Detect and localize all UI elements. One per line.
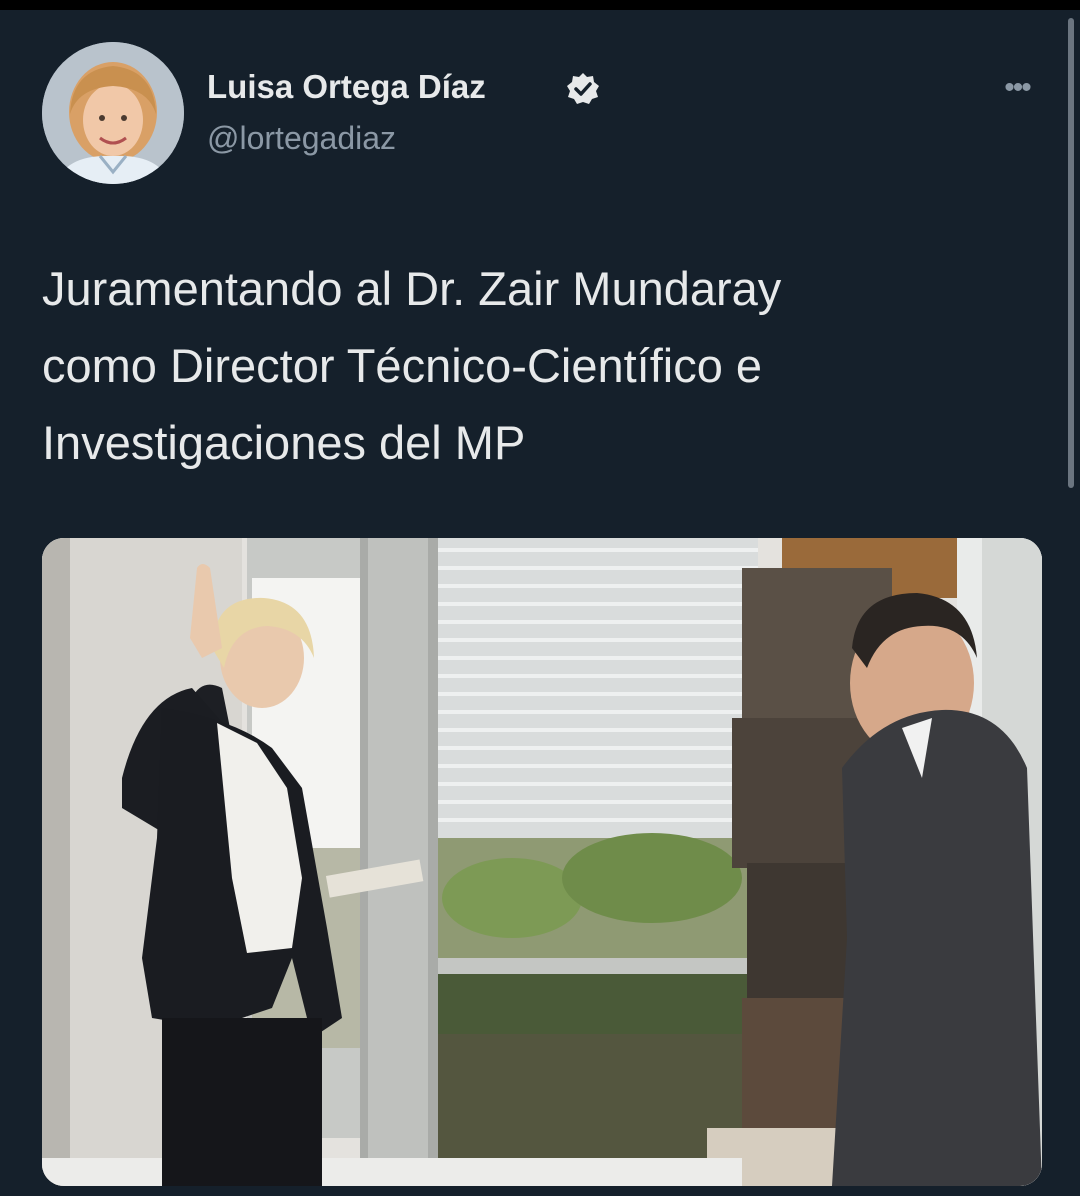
more-options-icon[interactable]: ••• bbox=[996, 70, 1038, 106]
tweet-text: Juramentando al Dr. Zair Mundaray como D… bbox=[42, 250, 1042, 481]
author-avatar[interactable] bbox=[42, 42, 184, 184]
verified-badge-icon bbox=[567, 73, 599, 104]
author-name[interactable]: Luisa Ortega Díaz bbox=[207, 68, 486, 106]
profile-photo-icon bbox=[42, 42, 184, 184]
scrollbar-thumb[interactable] bbox=[1068, 18, 1074, 488]
author-handle[interactable]: @lortegadiaz bbox=[207, 120, 396, 157]
status-bar-strip bbox=[0, 0, 1080, 10]
photo-swearing-in-icon bbox=[42, 538, 1042, 1186]
tweet-text-line: como Director Técnico-Científico e bbox=[42, 339, 763, 392]
tweet-text-line: Investigaciones del MP bbox=[42, 416, 526, 469]
tweet-text-line: Juramentando al Dr. Zair Mundaray bbox=[42, 262, 782, 315]
tweet-photo[interactable] bbox=[42, 538, 1042, 1186]
